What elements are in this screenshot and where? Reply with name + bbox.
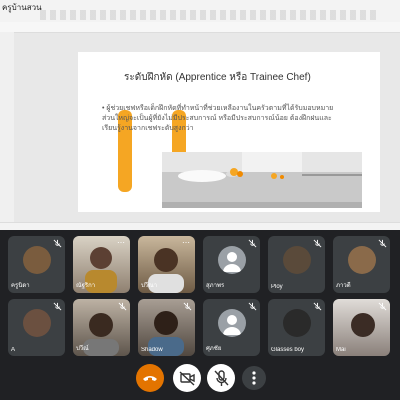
mic-toggle-button[interactable] bbox=[207, 364, 235, 392]
default-avatar-icon bbox=[218, 246, 246, 274]
participant-name: Ploy bbox=[271, 284, 283, 290]
participant-name: ครูนิดา bbox=[11, 283, 30, 289]
participant-tile[interactable]: ปวีณ์ bbox=[73, 299, 130, 356]
mic-off-icon bbox=[313, 302, 322, 311]
window-title: ครูบ้านสวน bbox=[2, 3, 42, 12]
slide: ระดับฝึกหัด (Apprentice หรือ Trainee Che… bbox=[78, 52, 380, 212]
participant-name: สุภาพร bbox=[206, 283, 225, 289]
ribbon-toolbar bbox=[40, 10, 380, 20]
status-bar bbox=[0, 222, 400, 230]
participant-name: ภาวดี bbox=[336, 283, 351, 289]
mic-off-icon bbox=[378, 239, 387, 248]
participant-name: Glasses boy bbox=[271, 347, 305, 353]
mic-off-icon bbox=[183, 302, 192, 311]
participant-tile[interactable]: ⋯ ปวีณา bbox=[138, 236, 195, 293]
participant-name: ศุภชัย bbox=[206, 346, 222, 352]
mic-off-icon bbox=[214, 370, 229, 386]
mic-off-icon bbox=[53, 302, 62, 311]
participant-avatar bbox=[23, 246, 51, 274]
participant-tile[interactable]: ภาวดี bbox=[333, 236, 390, 293]
more-options-icon[interactable]: ⋯ bbox=[117, 239, 125, 247]
camera-toggle-button[interactable] bbox=[173, 364, 201, 392]
participant-tile[interactable]: A bbox=[8, 299, 65, 356]
slide-title: ระดับฝึกหัด (Apprentice หรือ Trainee Che… bbox=[124, 72, 311, 83]
participant-tile[interactable]: Shadow bbox=[138, 299, 195, 356]
participant-tile[interactable]: ครูนิดา bbox=[8, 236, 65, 293]
mic-off-icon bbox=[248, 239, 257, 248]
participant-avatar bbox=[283, 309, 311, 337]
participant-tile[interactable]: Mai bbox=[333, 299, 390, 356]
more-options-button[interactable] bbox=[242, 366, 266, 390]
participant-name: ปวีณ์ bbox=[76, 346, 89, 352]
slide-thumbnails bbox=[0, 32, 14, 230]
participant-avatar bbox=[348, 246, 376, 274]
participant-tile[interactable]: Glasses boy bbox=[268, 299, 325, 356]
participant-name: A bbox=[11, 347, 16, 353]
more-options-icon[interactable]: ⋯ bbox=[182, 239, 190, 247]
participant-tile[interactable]: Ploy bbox=[268, 236, 325, 293]
mic-off-icon bbox=[118, 302, 127, 311]
default-avatar-icon bbox=[218, 309, 246, 337]
participant-avatar bbox=[283, 246, 311, 274]
participant-name: ปวีณา bbox=[141, 283, 158, 289]
participant-tile[interactable]: สุภาพร bbox=[203, 236, 260, 293]
kitchen-image bbox=[162, 152, 362, 208]
mic-off-icon bbox=[313, 239, 322, 248]
participant-avatar bbox=[23, 309, 51, 337]
phone-hangup-icon bbox=[143, 376, 157, 381]
mic-off-icon bbox=[378, 302, 387, 311]
participant-tile[interactable]: ศุภชัย bbox=[203, 299, 260, 356]
participant-name: Shadow bbox=[141, 347, 163, 353]
participant-name: Mai bbox=[336, 347, 346, 353]
shared-screen: ครูบ้านสวน ระดับฝึกหัด (Apprentice หรือ … bbox=[0, 0, 400, 230]
participant-name: ณัฐริกา bbox=[76, 283, 96, 289]
ruler bbox=[0, 22, 400, 33]
slide-bullet-text: • ผู้ช่วยเชฟหรือเด็กฝึกหัดที่ทำหน้าที่ช่… bbox=[102, 105, 334, 132]
more-vert-icon bbox=[252, 371, 256, 385]
end-call-button[interactable] bbox=[136, 364, 164, 392]
app-ribbon: ครูบ้านสวน bbox=[0, 0, 400, 23]
mic-off-icon bbox=[248, 302, 257, 311]
mic-off-icon bbox=[53, 239, 62, 248]
participant-tile[interactable]: ⋯ ณัฐริกา bbox=[73, 236, 130, 293]
camera-off-icon bbox=[179, 371, 195, 386]
